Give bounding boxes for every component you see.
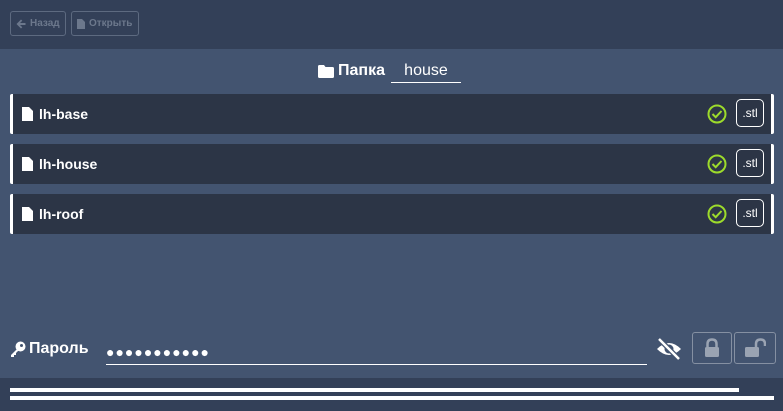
unlock-button[interactable] xyxy=(734,332,776,364)
progress-area xyxy=(0,378,783,411)
key-icon xyxy=(11,341,26,357)
file-row[interactable]: lh-roof .stl xyxy=(10,194,774,234)
file-row[interactable]: lh-house .stl xyxy=(10,144,774,184)
file-icon xyxy=(77,18,85,29)
folder-name-input[interactable] xyxy=(390,59,461,83)
file-icon xyxy=(22,207,33,221)
file-name: lh-house xyxy=(39,156,98,172)
back-label: Назад xyxy=(30,18,60,29)
folder-label: Папка xyxy=(338,62,385,79)
unlock-icon xyxy=(745,338,766,357)
password-row: Пароль xyxy=(0,330,783,370)
check-circle-icon xyxy=(707,154,727,174)
progress-bar-1 xyxy=(10,388,774,392)
folder-header: Папка xyxy=(318,59,461,83)
file-row[interactable]: lh-base .stl xyxy=(10,94,774,134)
progress-bar-2 xyxy=(10,396,774,400)
file-name: lh-roof xyxy=(39,206,84,222)
password-label: Пароль xyxy=(29,340,89,357)
export-stl-button[interactable]: .stl xyxy=(736,149,764,177)
arrow-left-icon xyxy=(16,19,26,28)
file-icon xyxy=(22,157,33,171)
file-icon xyxy=(22,107,33,121)
progress-fill-1 xyxy=(10,388,739,392)
toolbar: Назад Открыть xyxy=(0,0,783,49)
lock-button[interactable] xyxy=(692,332,732,364)
toggle-visibility-button[interactable] xyxy=(655,337,683,361)
folder-icon xyxy=(318,64,334,78)
check-circle-icon xyxy=(707,104,727,124)
password-input[interactable] xyxy=(106,339,647,365)
open-label: Открыть xyxy=(89,18,133,29)
eye-slash-icon xyxy=(657,337,681,361)
file-name: lh-base xyxy=(39,106,89,122)
lock-icon xyxy=(705,338,719,357)
open-button[interactable]: Открыть xyxy=(71,11,139,36)
back-button[interactable]: Назад xyxy=(10,11,66,36)
export-stl-button[interactable]: .stl xyxy=(736,99,764,127)
check-circle-icon xyxy=(707,204,727,224)
progress-fill-2 xyxy=(10,396,774,400)
export-stl-button[interactable]: .stl xyxy=(736,199,764,227)
